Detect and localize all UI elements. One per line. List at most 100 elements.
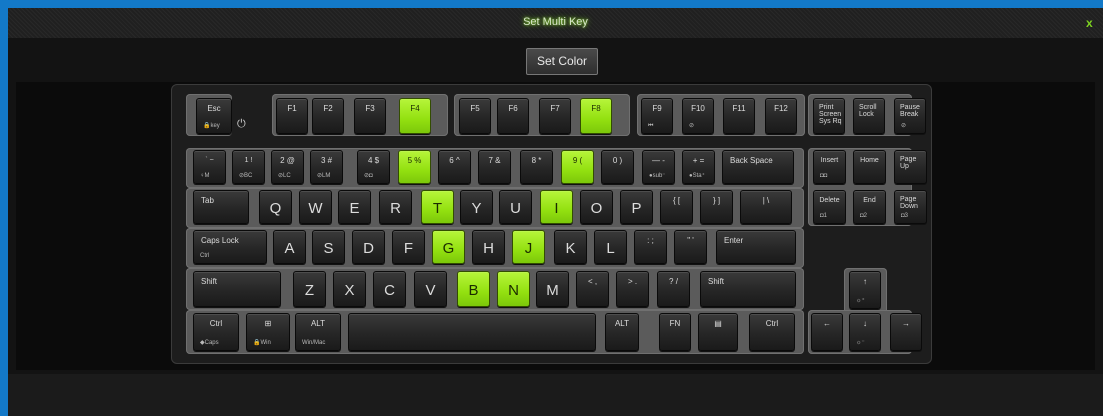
key-k5-6[interactable]: ▤ bbox=[698, 313, 738, 351]
key-alt[interactable]: ALT Win/Mac bbox=[295, 313, 341, 351]
key-scroll-lock[interactable]: Scroll Lock bbox=[853, 98, 885, 134]
key-caps-lock[interactable]: Caps Lock Ctrl bbox=[193, 230, 267, 264]
key-label: 1 ! bbox=[244, 157, 253, 164]
key-f10[interactable]: F10 ⊘ bbox=[682, 98, 714, 134]
key-g[interactable]: G bbox=[432, 230, 465, 264]
key-k4-12[interactable]: ↑ ☼⁺ bbox=[849, 271, 881, 309]
key-k3-10[interactable]: : ; bbox=[634, 230, 667, 264]
key-fn[interactable]: FN bbox=[659, 313, 691, 351]
key-u[interactable]: U bbox=[499, 190, 532, 224]
key-f12[interactable]: F12 bbox=[765, 98, 797, 134]
key-label: 6 ^ bbox=[449, 156, 460, 165]
key-tab[interactable]: Tab bbox=[193, 190, 249, 224]
key-z[interactable]: Z bbox=[293, 271, 326, 307]
key-k4-9[interactable]: > . bbox=[616, 271, 649, 307]
key-k1-0[interactable]: ` ~ ♀M bbox=[193, 150, 226, 184]
key-f7[interactable]: F7 bbox=[539, 98, 571, 134]
key-space[interactable] bbox=[348, 313, 596, 351]
key-8[interactable]: 8 * bbox=[520, 150, 553, 184]
key-f5[interactable]: F5 bbox=[459, 98, 491, 134]
key-k5-8[interactable]: ← bbox=[811, 313, 843, 351]
key-p[interactable]: P bbox=[620, 190, 653, 224]
key-k2-12[interactable]: } ] bbox=[700, 190, 733, 224]
key-k5-10[interactable]: → bbox=[890, 313, 922, 351]
close-icon[interactable]: x bbox=[1086, 16, 1093, 30]
key-m[interactable]: M bbox=[536, 271, 569, 307]
key-label: > . bbox=[627, 277, 638, 286]
key-f6[interactable]: F6 bbox=[497, 98, 529, 134]
key-shift[interactable]: Shift bbox=[700, 271, 796, 307]
key-j[interactable]: J bbox=[512, 230, 545, 264]
key-k4-10[interactable]: ? / bbox=[657, 271, 690, 307]
key-f3[interactable]: F3 bbox=[354, 98, 386, 134]
key-delete[interactable]: Delete ◘1 bbox=[813, 190, 846, 224]
key-2[interactable]: 2 @ ⊘LC bbox=[271, 150, 304, 184]
key-i[interactable]: I bbox=[540, 190, 573, 224]
key-s[interactable]: S bbox=[312, 230, 345, 264]
key-k4-8[interactable]: < , bbox=[576, 271, 609, 307]
key-label: N bbox=[508, 282, 519, 299]
key-o[interactable]: O bbox=[580, 190, 613, 224]
key-5[interactable]: 5 % bbox=[398, 150, 431, 184]
key-esc[interactable]: Esc 🔒key bbox=[196, 98, 232, 134]
key-b[interactable]: B bbox=[457, 271, 490, 307]
key-k5-1[interactable]: ⊞ 🔒Win bbox=[246, 313, 290, 351]
key-page-up[interactable]: Page Up bbox=[894, 150, 927, 184]
key-end[interactable]: End ◘2 bbox=[853, 190, 886, 224]
key-f1[interactable]: F1 bbox=[276, 98, 308, 134]
key-f8[interactable]: F8 bbox=[580, 98, 612, 134]
key-f9[interactable]: F9 ⏮ bbox=[641, 98, 673, 134]
key-insert[interactable]: Insert ◘◘ bbox=[813, 150, 846, 184]
key-sublabel: 🔒Win bbox=[253, 340, 271, 346]
key-label: F10 bbox=[691, 104, 705, 113]
key-3[interactable]: 3 # ⊘LM bbox=[310, 150, 343, 184]
key-6[interactable]: 6 ^ bbox=[438, 150, 471, 184]
key-f2[interactable]: F2 bbox=[312, 98, 344, 134]
key-label: F5 bbox=[470, 104, 480, 113]
key-0[interactable]: 0 ) bbox=[601, 150, 634, 184]
key-k1-12[interactable]: + = ●Sta⁺ bbox=[682, 150, 715, 184]
key-t[interactable]: T bbox=[421, 190, 454, 224]
key-k[interactable]: K bbox=[554, 230, 587, 264]
key-4[interactable]: 4 $ ⊘◘ bbox=[357, 150, 390, 184]
key-k3-11[interactable]: " ' bbox=[674, 230, 707, 264]
key-label: C bbox=[384, 282, 395, 299]
key-h[interactable]: H bbox=[472, 230, 505, 264]
key-c[interactable]: C bbox=[373, 271, 406, 307]
key-k5-9[interactable]: ↓ ☼⁻ bbox=[849, 313, 881, 351]
key-y[interactable]: Y bbox=[460, 190, 493, 224]
key-page-down[interactable]: Page Down ◘3 bbox=[894, 190, 927, 224]
key-1[interactable]: 1 ! ⊘BC bbox=[232, 150, 265, 184]
key-e[interactable]: E bbox=[338, 190, 371, 224]
key-ctrl[interactable]: Ctrl ◆Caps bbox=[193, 313, 239, 351]
key-enter[interactable]: Enter bbox=[716, 230, 796, 264]
key-k1-11[interactable]: — - ●sub⁻ bbox=[642, 150, 675, 184]
key-pause-break[interactable]: Pause Break ⊘ bbox=[894, 98, 926, 134]
key-n[interactable]: N bbox=[497, 271, 530, 307]
key-l[interactable]: L bbox=[594, 230, 627, 264]
key-k2-13[interactable]: | \ bbox=[740, 190, 792, 224]
key-alt[interactable]: ALT bbox=[605, 313, 639, 351]
key-print-screen-sys-rq[interactable]: Print Screen Sys Rq bbox=[813, 98, 845, 134]
key-k2-11[interactable]: { [ bbox=[660, 190, 693, 224]
key-a[interactable]: A bbox=[273, 230, 306, 264]
key-f[interactable]: F bbox=[392, 230, 425, 264]
key-7[interactable]: 7 & bbox=[478, 150, 511, 184]
key-d[interactable]: D bbox=[352, 230, 385, 264]
key-f4[interactable]: F4 bbox=[399, 98, 431, 134]
key-label: Z bbox=[304, 282, 315, 299]
key-v[interactable]: V bbox=[414, 271, 447, 307]
key-label: ? / bbox=[669, 277, 678, 286]
key-q[interactable]: Q bbox=[259, 190, 292, 224]
key-back-space[interactable]: Back Space bbox=[722, 150, 794, 184]
key-home[interactable]: Home bbox=[853, 150, 886, 184]
key-w[interactable]: W bbox=[299, 190, 332, 224]
key-r[interactable]: R bbox=[379, 190, 412, 224]
key-shift[interactable]: Shift bbox=[193, 271, 281, 307]
key-ctrl[interactable]: Ctrl bbox=[749, 313, 795, 351]
key-label: F3 bbox=[365, 104, 375, 113]
key-x[interactable]: X bbox=[333, 271, 366, 307]
set-color-button[interactable]: Set Color bbox=[526, 48, 598, 75]
key-f11[interactable]: F11 bbox=[723, 98, 755, 134]
key-9[interactable]: 9 ( bbox=[561, 150, 594, 184]
